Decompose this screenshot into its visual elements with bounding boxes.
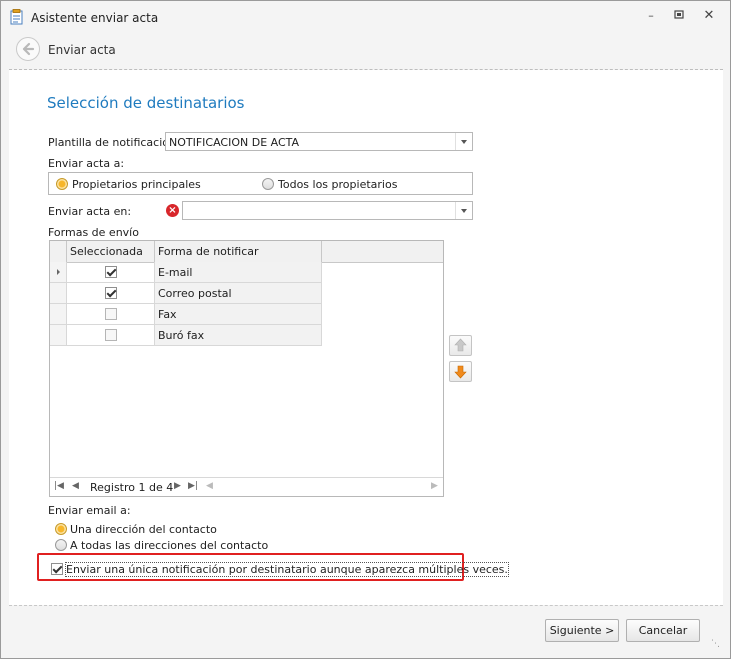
table-row[interactable]: E-mail: [50, 262, 322, 283]
radio-una-direccion[interactable]: [55, 523, 67, 535]
row-checkbox[interactable]: [105, 308, 117, 320]
row-indicator: [50, 325, 67, 346]
radio-todas-direcciones[interactable]: [55, 539, 67, 551]
chevron-down-icon[interactable]: [455, 133, 472, 150]
maximize-icon: [674, 10, 684, 19]
resize-grip-icon[interactable]: ⋱: [711, 639, 720, 649]
grid-header-indicator: [50, 241, 67, 262]
close-button[interactable]: ✕: [701, 9, 717, 23]
radio-propietarios-principales[interactable]: [56, 178, 68, 190]
forma-cell[interactable]: Fax: [155, 304, 322, 325]
move-up-button[interactable]: [449, 335, 472, 356]
arrow-left-icon: [22, 42, 35, 56]
row-checkbox[interactable]: [105, 329, 117, 341]
enviar-en-label: Enviar acta en:: [48, 205, 132, 218]
row-checkbox[interactable]: [105, 287, 117, 299]
selected-cell[interactable]: [67, 262, 155, 283]
email-label: Enviar email a:: [48, 504, 131, 517]
unique-notification-label[interactable]: Enviar una única notificación por destin…: [65, 562, 509, 577]
cancel-button[interactable]: Cancelar: [626, 619, 700, 642]
column-header-forma[interactable]: Forma de notificar: [155, 241, 322, 262]
grid-header: Seleccionada Forma de notificar: [50, 241, 443, 263]
column-header-seleccionada[interactable]: Seleccionada: [67, 241, 155, 262]
arrow-up-icon: [454, 338, 467, 352]
app-icon: [10, 9, 23, 25]
scroll-right-icon[interactable]: ▶: [431, 481, 438, 491]
row-indicator: [50, 304, 67, 325]
radio-propietarios-principales-label[interactable]: Propietarios principales: [72, 178, 201, 191]
prev-record-icon[interactable]: ◀: [72, 481, 79, 491]
selected-cell[interactable]: [67, 325, 155, 346]
selected-cell[interactable]: [67, 283, 155, 304]
table-row[interactable]: Buró fax: [50, 325, 322, 346]
plantilla-value: NOTIFICACION DE ACTA: [169, 136, 300, 149]
forma-cell[interactable]: E-mail: [155, 262, 322, 283]
plantilla-dropdown[interactable]: NOTIFICACION DE ACTA: [165, 132, 473, 151]
row-checkbox[interactable]: [105, 266, 117, 278]
wizard-window: Asistente enviar acta – ✕ Enviar acta Se…: [0, 0, 731, 659]
header-title: Enviar acta: [48, 43, 116, 57]
row-pointer-icon: [57, 269, 60, 275]
wizard-footer: Siguiente > Cancelar ⋱: [9, 605, 723, 652]
chevron-down-icon[interactable]: [455, 202, 472, 219]
wizard-header: Enviar acta: [9, 31, 723, 70]
minimize-button[interactable]: –: [643, 9, 659, 23]
content-panel: Selección de destinatarios Plantilla de …: [9, 70, 723, 605]
radio-todos-propietarios[interactable]: [262, 178, 274, 190]
scroll-left-icon[interactable]: ◀: [206, 481, 213, 491]
section-title: Selección de destinatarios: [47, 94, 245, 112]
formas-envio-label: Formas de envío: [48, 226, 139, 239]
maximize-button[interactable]: [671, 9, 687, 23]
row-indicator: [50, 262, 67, 283]
unique-notification-checkbox[interactable]: [51, 563, 63, 575]
plantilla-label: Plantilla de notificación:: [48, 136, 180, 149]
error-icon: ×: [166, 204, 179, 217]
back-button[interactable]: [16, 37, 40, 61]
record-navigator: |◀ ◀ Registro 1 de 4 ▶ ▶| ◀ ▶: [50, 477, 443, 496]
radio-una-direccion-label[interactable]: Una dirección del contacto: [70, 523, 217, 536]
last-record-icon[interactable]: ▶|: [188, 481, 198, 491]
enviar-acta-a-group: Propietarios principales Todos los propi…: [48, 172, 473, 195]
forma-cell[interactable]: Buró fax: [155, 325, 322, 346]
forma-cell[interactable]: Correo postal: [155, 283, 322, 304]
table-row[interactable]: Fax: [50, 304, 322, 325]
window-title: Asistente enviar acta: [31, 11, 159, 25]
next-button[interactable]: Siguiente >: [545, 619, 619, 642]
selected-cell[interactable]: [67, 304, 155, 325]
row-indicator: [50, 283, 67, 304]
radio-todas-direcciones-label[interactable]: A todas las direcciones del contacto: [70, 539, 268, 552]
table-row[interactable]: Correo postal: [50, 283, 322, 304]
formas-envio-grid: Seleccionada Forma de notificar E-mail C…: [49, 240, 444, 497]
move-down-button[interactable]: [449, 361, 472, 382]
enviar-acta-a-label: Enviar acta a:: [48, 157, 125, 170]
title-bar[interactable]: Asistente enviar acta – ✕: [1, 1, 730, 31]
first-record-icon[interactable]: |◀: [54, 481, 64, 491]
next-record-icon[interactable]: ▶: [174, 481, 181, 491]
arrow-down-icon: [454, 365, 467, 379]
radio-todos-propietarios-label[interactable]: Todos los propietarios: [278, 178, 397, 191]
record-counter: Registro 1 de 4: [90, 481, 174, 494]
enviar-en-dropdown[interactable]: [182, 201, 473, 220]
